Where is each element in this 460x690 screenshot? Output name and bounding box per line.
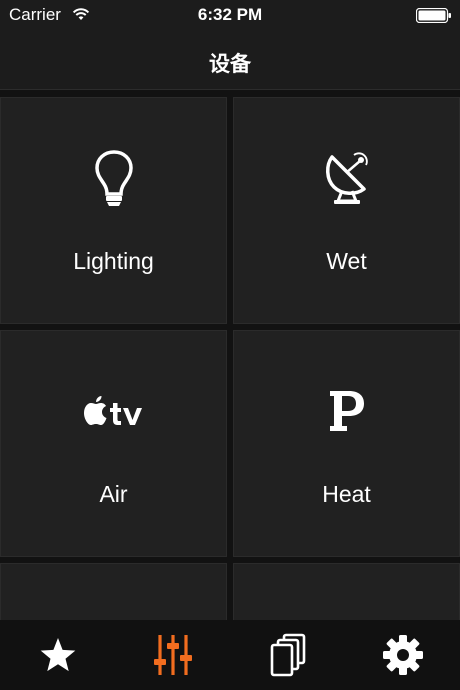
device-label: Wet [326,248,367,274]
battery-icon [416,8,451,23]
page-title: 设备 [209,53,251,76]
device-tile[interactable] [233,563,460,621]
tab-bar [0,620,460,690]
apple-tv-icon [83,396,142,425]
parking-icon [329,391,364,431]
device-tile-air[interactable]: Air [0,330,227,557]
device-label: Heat [322,481,371,507]
tab-settings[interactable] [345,620,460,690]
navigation-bar: 设备 [0,30,460,90]
device-tile-heat[interactable]: Heat [233,330,460,557]
status-bar: Carrier 6:32 PM [0,0,460,30]
device-tile[interactable] [0,563,227,621]
satellite-dish-icon [325,152,368,204]
sliders-icon [153,635,192,675]
tab-devices[interactable] [115,620,230,690]
gear-icon [382,635,423,675]
star-icon [40,638,75,672]
device-label: Air [99,481,128,507]
tab-favorites[interactable] [0,620,115,690]
device-tile-lighting[interactable]: Lighting [0,97,227,324]
device-tile-wet[interactable]: Wet [233,97,460,324]
device-label: Lighting [73,248,154,274]
clock-time: 6:32 PM [197,5,263,24]
copy-pages-icon [270,633,305,677]
lightbulb-icon [94,150,133,206]
tab-pages[interactable] [230,620,345,690]
